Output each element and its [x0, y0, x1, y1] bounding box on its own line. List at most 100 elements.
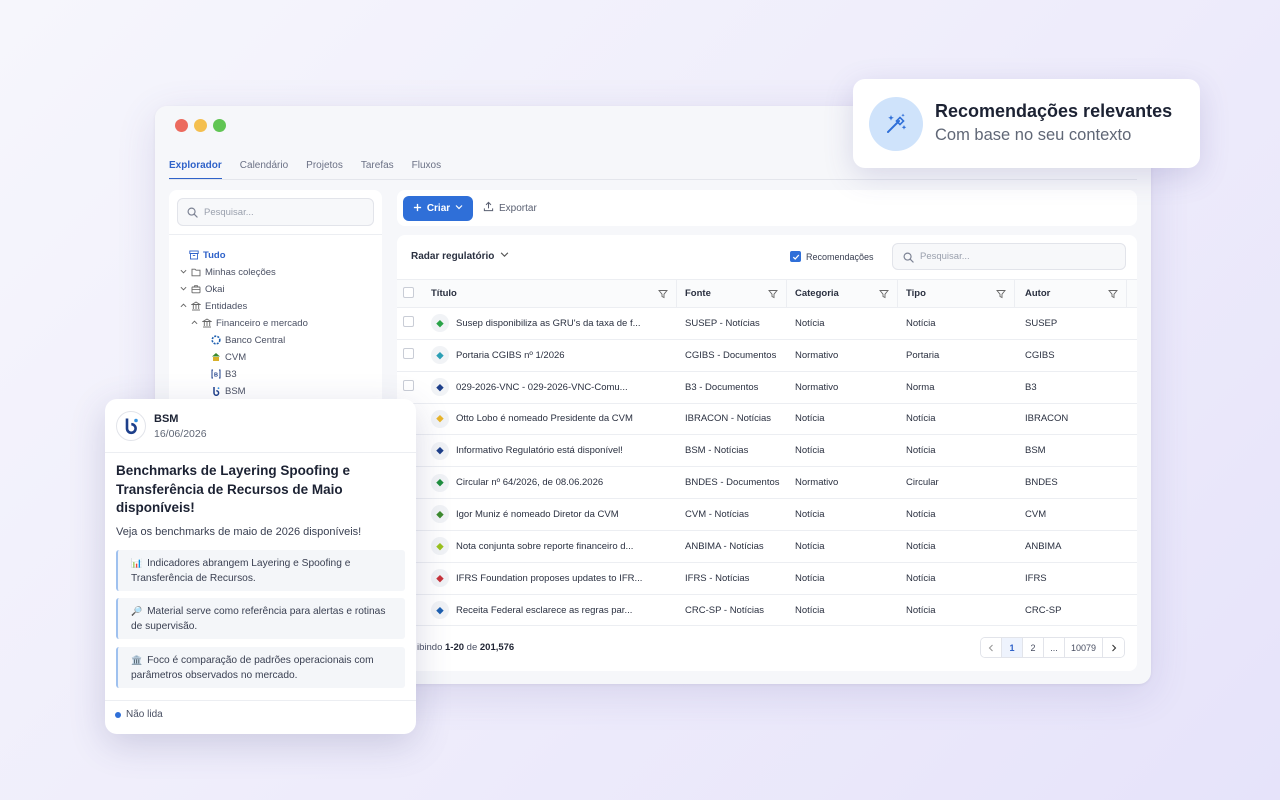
tree-item-cvm[interactable]: CVM — [211, 350, 246, 364]
table-row[interactable]: ◆ Portaria CGIBS nº 1/2026 CGIBS - Documen… — [397, 339, 1137, 372]
type-cell: Circular — [898, 466, 1015, 500]
category-cell: Notícia — [787, 307, 898, 340]
tab-fluxos[interactable]: Fluxos — [412, 158, 441, 180]
title-cell[interactable]: ◆ Informativo Regulatório está disponível… — [425, 434, 677, 468]
row-checkbox[interactable] — [403, 348, 414, 360]
chevron-up-icon[interactable] — [179, 302, 187, 311]
create-button[interactable]: Criar — [403, 196, 473, 221]
column-header-fonte[interactable]: Fonte — [677, 279, 787, 308]
tree-item-label: Minhas coleções — [205, 266, 276, 278]
page-button-1[interactable]: 1 — [1001, 638, 1023, 657]
cvm-logo-icon — [211, 352, 221, 362]
maximize-window-button[interactable] — [213, 119, 226, 132]
card-bullet-text: Indicadores abrangem Layering e Spoofing… — [131, 558, 351, 584]
view-selector[interactable]: Radar regulatório — [411, 250, 509, 262]
minimize-window-button[interactable] — [194, 119, 207, 132]
title-cell[interactable]: ◆ IFRS Foundation proposes updates to IFR… — [425, 562, 677, 595]
tab-tarefas[interactable]: Tarefas — [361, 158, 394, 180]
tree-item-label: BSM — [225, 385, 246, 397]
tab-calendario[interactable]: Calendário — [240, 158, 288, 180]
badge-subtitle: Com base no seu contexto — [935, 126, 1132, 144]
previous-page-button[interactable] — [980, 638, 1002, 657]
tree-item-banco-central[interactable]: Banco Central — [211, 333, 285, 347]
filter-icon[interactable] — [658, 289, 668, 299]
table-row[interactable]: ◆ Otto Lobo é nomeado Presidente da CVM IB… — [397, 403, 1137, 436]
select-all-checkbox[interactable] — [403, 286, 414, 298]
source-cell: B3 - Documentos — [677, 371, 787, 404]
table-row[interactable]: ◆ Informativo Regulatório está disponível… — [397, 434, 1137, 468]
row-checkbox[interactable] — [403, 316, 414, 328]
tab-explorador[interactable]: Explorador — [169, 158, 222, 180]
anbima-logo-icon: ◆ — [431, 537, 449, 556]
column-header-categoria[interactable]: Categoria — [787, 279, 898, 308]
tab-projetos[interactable]: Projetos — [306, 158, 343, 180]
tree-item-label: B3 — [225, 368, 237, 380]
author-cell: BNDES — [1015, 466, 1137, 500]
tree-item-entidades[interactable]: Entidades — [179, 299, 247, 313]
news-detail-card[interactable]: BSM 16/06/2026 Benchmarks de Layering Sp… — [105, 399, 416, 734]
title-cell[interactable]: ◆ 029-2026-VNC - 029-2026-VNC-Comu... — [425, 371, 677, 404]
next-page-button[interactable] — [1103, 638, 1124, 657]
export-button[interactable]: Exportar — [483, 199, 537, 217]
sidebar-search-input[interactable]: Pesquisar... — [177, 198, 374, 226]
tabs-divider — [169, 179, 1137, 180]
filter-icon[interactable] — [1108, 289, 1118, 299]
filter-icon[interactable] — [879, 289, 889, 299]
recommendations-toggle[interactable]: Recomendações — [790, 251, 874, 262]
close-window-button[interactable] — [175, 119, 188, 132]
table-row[interactable]: ◆ Nota conjunta sobre reporte financeiro … — [397, 530, 1137, 563]
recommendations-checkbox[interactable] — [790, 251, 801, 262]
read-status[interactable]: Não lida — [115, 709, 163, 720]
source-cell: CRC-SP - Notícias — [677, 594, 787, 627]
column-header-titulo[interactable]: Título — [425, 279, 677, 308]
plus-icon — [413, 203, 422, 215]
tree-item-okai[interactable]: Okai — [179, 282, 225, 296]
title-cell[interactable]: ◆ Otto Lobo é nomeado Presidente da CVM — [425, 403, 677, 436]
column-header-tipo[interactable]: Tipo — [898, 279, 1015, 308]
select-all-cell — [397, 279, 425, 308]
title-cell[interactable]: ◆ Susep disponibiliza as GRU's da taxa de… — [425, 307, 677, 340]
column-header-autor[interactable]: Autor — [1015, 279, 1137, 308]
tree-item-label: Okai — [205, 283, 225, 295]
table-row[interactable]: ◆ Circular nº 64/2026, de 08.06.2026 BNDES… — [397, 466, 1137, 500]
table-row[interactable]: ◆ 029-2026-VNC - 029-2026-VNC-Comu... B3 -… — [397, 371, 1137, 404]
title-cell[interactable]: ◆ Circular nº 64/2026, de 08.06.2026 — [425, 466, 677, 500]
column-header-label: Categoria — [795, 288, 839, 299]
title-cell[interactable]: ◆ Igor Muniz é nomeado Diretor da CVM — [425, 498, 677, 531]
tree-item-minhas-colecoes[interactable]: Minhas coleções — [179, 265, 276, 279]
table-row[interactable]: ◆ Receita Federal esclarece as regras par… — [397, 594, 1137, 627]
tree-item-financeiro-e-mercado[interactable]: Financeiro e mercado — [190, 316, 308, 330]
table-row[interactable]: ◆ Susep disponibiliza as GRU's da taxa de… — [397, 307, 1137, 340]
toolbar: Criar Exportar — [397, 190, 1137, 226]
card-date: 16/06/2026 — [154, 428, 207, 440]
filter-icon[interactable] — [768, 289, 778, 299]
table-row[interactable]: ◆ IFRS Foundation proposes updates to IFR… — [397, 562, 1137, 595]
title-cell[interactable]: ◆ Nota conjunta sobre reporte financeiro … — [425, 530, 677, 563]
chevron-up-icon[interactable] — [190, 319, 198, 328]
page-button-last[interactable]: 10079 — [1064, 638, 1103, 657]
source-cell: CVM - Notícias — [677, 498, 787, 531]
tree-item-b3[interactable]: B B3 — [211, 367, 237, 381]
chevron-down-icon — [455, 203, 463, 214]
title-cell[interactable]: ◆ Portaria CGIBS nº 1/2026 — [425, 339, 677, 372]
table-row[interactable]: ◆ Igor Muniz é nomeado Diretor da CVM CVM … — [397, 498, 1137, 531]
filter-icon[interactable] — [996, 289, 1006, 299]
chevron-down-icon[interactable] — [179, 285, 187, 294]
row-title: Susep disponibiliza as GRU's da taxa de … — [456, 317, 641, 329]
tree-item-tudo[interactable]: Tudo — [189, 248, 226, 262]
results-search-input[interactable]: Pesquisar... — [892, 243, 1126, 270]
source-cell: BSM - Notícias — [677, 434, 787, 468]
page-button-2[interactable]: 2 — [1022, 638, 1044, 657]
banco-central-logo-icon — [211, 335, 221, 345]
card-title: Benchmarks de Layering Spoofing e Transf… — [116, 463, 351, 515]
card-source: BSM — [154, 413, 179, 425]
card-bullet: 🔎 Material serve como referência para al… — [116, 598, 405, 639]
chevron-down-icon[interactable] — [179, 268, 187, 277]
unread-dot-icon — [115, 711, 121, 718]
bsm-logo-icon — [211, 386, 221, 396]
type-cell: Notícia — [898, 434, 1015, 468]
tree-item-bsm[interactable]: BSM — [211, 384, 246, 398]
row-checkbox[interactable] — [403, 380, 414, 392]
b3-logo-icon: B — [211, 369, 221, 379]
title-cell[interactable]: ◆ Receita Federal esclarece as regras par… — [425, 594, 677, 627]
